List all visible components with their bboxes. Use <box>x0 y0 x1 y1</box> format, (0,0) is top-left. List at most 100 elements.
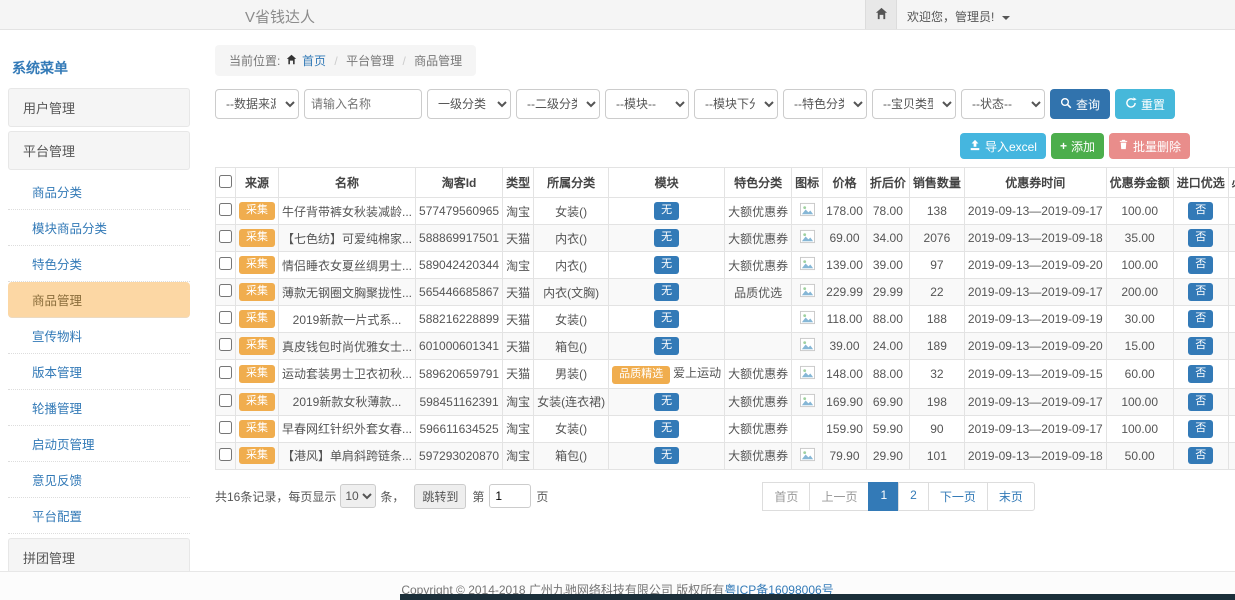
select-all-header <box>216 168 236 198</box>
sidebar-submenu-item[interactable]: 启动页管理 <box>8 426 190 462</box>
module-badge: 品质精选 <box>612 366 670 384</box>
coupon-amount-cell: 35.00 <box>1106 225 1173 252</box>
row-select-cell <box>216 415 236 442</box>
sidebar-submenu-item[interactable]: 意见反馈 <box>8 462 190 498</box>
taoke-id-cell: 577479560965 <box>416 198 503 225</box>
row-checkbox[interactable] <box>219 366 232 379</box>
import-select-badge: 否 <box>1188 229 1213 247</box>
price-cell: 139.00 <box>823 252 867 279</box>
column-header: 图标 <box>792 168 823 198</box>
import-select-cell: 否 <box>1173 198 1228 225</box>
feature-cell <box>725 333 792 360</box>
must-buy-cell: 否 <box>1228 360 1235 389</box>
coupon-amount-cell: 100.00 <box>1106 198 1173 225</box>
import-select-badge: 否 <box>1188 337 1213 355</box>
page-button[interactable]: 首页 <box>762 482 810 511</box>
sales-cell: 97 <box>909 252 964 279</box>
sidebar-submenu-item[interactable]: 宣传物料 <box>8 318 190 354</box>
jump-button[interactable]: 跳转到 <box>414 484 466 509</box>
filter-select[interactable]: --模块下分类-- <box>694 89 778 119</box>
data-source-select[interactable]: --数据来源-- <box>215 89 299 119</box>
name-cell: 真皮钱包时尚优雅女士... <box>279 333 416 360</box>
row-checkbox[interactable] <box>219 203 232 216</box>
filter-select[interactable]: --二级分类-- <box>516 89 600 119</box>
reset-button[interactable]: 重置 <box>1115 89 1175 119</box>
feature-cell: 品质优选 <box>725 279 792 306</box>
page-buttons: 首页 上一页 1 2 下一页 末页 <box>763 482 1034 511</box>
table-body: 采集 牛仔背带裤女秋装减龄... 577479560965 淘宝 女装() 无 … <box>216 198 1235 470</box>
type-cell: 天猫 <box>503 306 534 333</box>
column-header: 来源 <box>236 168 279 198</box>
sidebar-submenu-item[interactable]: 平台配置 <box>8 498 190 534</box>
row-checkbox[interactable] <box>219 284 232 297</box>
discount-price-cell: 24.00 <box>866 333 909 360</box>
image-icon <box>800 283 815 298</box>
discount-price-cell: 39.00 <box>866 252 909 279</box>
row-checkbox[interactable] <box>219 448 232 461</box>
name-cell: 运动套装男士卫衣初秋... <box>279 360 416 389</box>
per-page-select[interactable]: 10 <box>340 484 376 508</box>
type-cell: 天猫 <box>503 225 534 252</box>
sidebar-submenu-item[interactable]: 特色分类 <box>8 246 190 282</box>
sidebar-submenu-item[interactable]: 模块商品分类 <box>8 210 190 246</box>
filter-select[interactable]: 一级分类 <box>427 89 511 119</box>
filter-select[interactable]: --模块-- <box>605 89 689 119</box>
filter-select[interactable]: --状态-- <box>961 89 1045 119</box>
filter-select[interactable]: --特色分类-- <box>783 89 867 119</box>
page-button[interactable]: 下一页 <box>928 482 988 511</box>
breadcrumb-label: 当前位置: <box>229 54 280 68</box>
sidebar-group-item[interactable]: 用户管理 <box>8 88 190 127</box>
import-select-cell: 否 <box>1173 388 1228 415</box>
column-header: 淘客Id <box>416 168 503 198</box>
select-all-checkbox[interactable] <box>219 175 232 188</box>
source-badge: 采集 <box>239 256 275 274</box>
page-number-input[interactable] <box>489 484 531 508</box>
name-search-input[interactable] <box>304 89 422 119</box>
name-cell: 【港风】单肩斜跨链条... <box>279 442 416 469</box>
discount-price-cell: 59.90 <box>866 415 909 442</box>
sidebar-submenu-item[interactable]: 商品管理 <box>8 282 190 318</box>
column-header: 进口优选 <box>1173 168 1228 198</box>
row-checkbox[interactable] <box>219 257 232 270</box>
row-select-cell <box>216 306 236 333</box>
row-checkbox[interactable] <box>219 230 232 243</box>
must-buy-cell: 否 <box>1228 252 1235 279</box>
page-button[interactable]: 2 <box>898 482 929 511</box>
price-cell: 159.90 <box>823 415 867 442</box>
import-excel-button[interactable]: 导入excel <box>960 133 1046 159</box>
import-select-cell: 否 <box>1173 252 1228 279</box>
source-cell: 采集 <box>236 415 279 442</box>
bottom-dark-bar <box>400 594 1235 600</box>
row-checkbox[interactable] <box>219 394 232 407</box>
icon-cell <box>792 225 823 252</box>
row-select-cell <box>216 198 236 225</box>
page-button[interactable]: 上一页 <box>809 482 869 511</box>
batch-delete-button[interactable]: 批量删除 <box>1109 133 1190 159</box>
sidebar-submenu-item[interactable]: 轮播管理 <box>8 390 190 426</box>
page-button[interactable]: 1 <box>868 482 899 511</box>
row-checkbox[interactable] <box>219 421 232 434</box>
home-button[interactable] <box>865 0 897 29</box>
sidebar-group-item[interactable]: 平台管理 <box>8 131 190 170</box>
sidebar-group-item[interactable]: 拼团管理 <box>8 538 190 575</box>
breadcrumb-home-link[interactable]: 首页 <box>302 54 326 68</box>
row-checkbox[interactable] <box>219 338 232 351</box>
row-checkbox[interactable] <box>219 311 232 324</box>
add-button[interactable]: + 添加 <box>1051 133 1104 159</box>
filter-select[interactable]: --宝贝类型-- <box>872 89 956 119</box>
sidebar-title: 系统菜单 <box>8 50 190 88</box>
type-cell: 淘宝 <box>503 442 534 469</box>
taoke-id-cell: 589620659791 <box>416 360 503 389</box>
category-cell: 内衣() <box>534 225 609 252</box>
column-header: 模块 <box>609 168 725 198</box>
column-header: 所属分类 <box>534 168 609 198</box>
module-cell: 无 <box>609 388 725 415</box>
sidebar-submenu-item[interactable]: 版本管理 <box>8 354 190 390</box>
page-button[interactable]: 末页 <box>987 482 1035 511</box>
user-menu[interactable]: 欢迎您，管理员! <box>907 8 1010 25</box>
source-badge: 采集 <box>239 202 275 220</box>
image-icon <box>800 393 815 408</box>
query-button[interactable]: 查询 <box>1050 89 1110 119</box>
batch-delete-label: 批量删除 <box>1133 138 1181 155</box>
sidebar-submenu-item[interactable]: 商品分类 <box>8 174 190 210</box>
